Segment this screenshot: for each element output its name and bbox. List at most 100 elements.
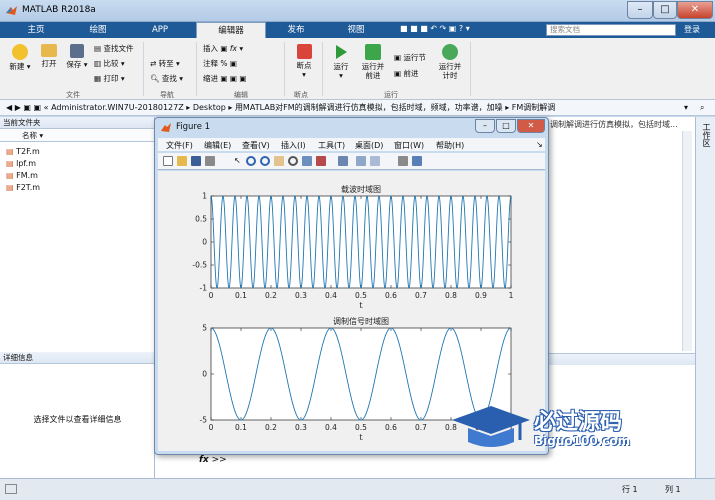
run-advance-label-2: 前进 <box>365 71 381 80</box>
close-button[interactable]: ✕ <box>677 1 713 19</box>
goto-button[interactable]: ⇄ 转至 ▾ <box>150 58 180 69</box>
search-folder-icon[interactable]: ⌕ <box>700 100 704 115</box>
show-plot-tools-icon[interactable] <box>412 156 422 166</box>
search-input[interactable]: 搜索文档 <box>546 24 676 36</box>
find-files-button[interactable]: ▤ 查找文件 <box>94 43 133 54</box>
path-segment[interactable]: 用MATLAB对FM的调制解调进行仿真模拟，包括时域，频域，功率谱，加噪 <box>235 103 503 112</box>
run-and-time-button[interactable]: 运行并 计时 <box>434 44 466 80</box>
details-title: 详细信息 <box>0 352 154 364</box>
insert-legend-icon[interactable] <box>370 156 380 166</box>
tab-home[interactable]: 主页 <box>8 22 64 38</box>
figure-minimize-button[interactable]: – <box>475 119 495 133</box>
login-link[interactable]: 登录 <box>684 24 700 35</box>
y-tick-label: 0 <box>202 370 207 379</box>
hide-plot-tools-icon[interactable] <box>398 156 408 166</box>
data-cursor-icon[interactable] <box>302 156 312 166</box>
file-name: F2T.m <box>16 183 41 192</box>
m-file-icon: ▤ <box>6 183 14 192</box>
new-figure-icon[interactable] <box>163 156 173 166</box>
compare-button[interactable]: ▥ 比较 ▾ <box>94 58 125 69</box>
run-section-button[interactable]: ▣ 运行节 <box>394 52 426 63</box>
path-segment[interactable]: Administrator.WIN7U-20180127Z <box>51 103 184 112</box>
status-bar: 行 1 列 1 <box>0 478 715 500</box>
print-button[interactable]: ▦ 打印 ▾ <box>94 73 125 84</box>
x-tick-label: 0.5 <box>355 423 367 432</box>
y-tick-label: -5 <box>200 416 208 425</box>
editor-scrollbar[interactable] <box>682 131 692 351</box>
row-label: 行 <box>622 485 630 494</box>
path-dropdown-icon[interactable]: ▾ <box>684 100 688 115</box>
open-button[interactable]: 打开 <box>36 44 62 68</box>
brush-icon[interactable] <box>316 156 326 166</box>
workspace-panel-collapsed[interactable]: 工作区 <box>695 117 715 478</box>
print-figure-icon[interactable] <box>205 156 215 166</box>
tab-plots[interactable]: 绘图 <box>68 22 128 38</box>
col-indicator: 列 1 <box>665 484 681 495</box>
breakpoints-button[interactable]: 断点 ▾ <box>290 44 318 79</box>
advance-button[interactable]: ▣ 前进 <box>394 68 418 79</box>
figure-maximize-button[interactable]: □ <box>496 119 516 133</box>
command-prompt[interactable]: fx >> <box>199 455 227 465</box>
maximize-button[interactable]: □ <box>653 1 677 19</box>
tab-apps[interactable]: APP <box>130 22 190 38</box>
tab-view[interactable]: 视图 <box>328 22 384 38</box>
menu-edit[interactable]: 编辑(E) <box>204 140 231 151</box>
insert-colorbar-icon[interactable] <box>356 156 366 166</box>
open-file-icon[interactable] <box>177 156 187 166</box>
run-time-icon <box>442 44 458 60</box>
list-item[interactable]: ▤ F2T.m <box>6 182 40 194</box>
y-tick-label: 5 <box>202 324 207 333</box>
edit-plot-icon[interactable]: ↖ <box>228 156 241 166</box>
pan-icon[interactable] <box>274 156 284 166</box>
y-tick-label: 1 <box>202 192 207 201</box>
x-tick-label: 0.3 <box>295 423 307 432</box>
rotate-icon[interactable] <box>288 156 298 166</box>
list-item[interactable]: ▤ T2F.m <box>6 146 40 158</box>
new-button[interactable]: 新建 ▾ <box>6 44 34 71</box>
figure-close-button[interactable]: ✕ <box>517 119 545 133</box>
insert-button[interactable]: 插入 ▣ fx ▾ <box>203 43 243 54</box>
x-tick-label: 0.2 <box>265 423 277 432</box>
watermark-url: Biguo100.com <box>534 434 631 448</box>
menu-view[interactable]: 查看(V) <box>242 140 270 151</box>
save-button[interactable]: 保存 ▾ <box>64 44 90 69</box>
path-segment[interactable]: FM调制解调 <box>512 103 556 112</box>
menubar-dock-icon[interactable]: ↘ <box>536 140 543 149</box>
indent-button[interactable]: 缩进 ▣ ▣ ▣ <box>203 73 246 84</box>
menu-window[interactable]: 窗口(W) <box>394 140 424 151</box>
menu-desktop[interactable]: 桌面(D) <box>355 140 383 151</box>
menu-file[interactable]: 文件(F) <box>166 140 193 151</box>
print-label: 打印 <box>103 74 119 83</box>
tab-editor[interactable]: 编辑器 <box>196 22 266 38</box>
menu-tools[interactable]: 工具(T) <box>318 140 345 151</box>
back-icon[interactable]: ◀ ▶ <box>6 103 21 112</box>
folder-nav-icons[interactable]: ▣ ▣ <box>23 103 41 112</box>
x-tick-label: 1 <box>509 291 514 300</box>
tab-publish[interactable]: 发布 <box>266 22 326 38</box>
x-tick-label: 0.4 <box>325 291 337 300</box>
col-label: 列 <box>665 485 673 494</box>
find-button[interactable]: 🔍︎ 查找 ▾ <box>150 73 183 84</box>
y-tick-label: 0.5 <box>195 215 207 224</box>
details-panel: 详细信息 选择文件以查看详细信息 <box>0 352 155 478</box>
menu-help[interactable]: 帮助(H) <box>436 140 464 151</box>
minimize-button[interactable]: – <box>627 1 653 19</box>
zoom-in-icon[interactable] <box>246 156 256 166</box>
path-segment[interactable]: Desktop <box>193 103 226 112</box>
run-and-advance-button[interactable]: 运行并 前进 <box>358 44 388 80</box>
list-item[interactable]: ▤ FM.m <box>6 170 40 182</box>
menu-insert[interactable]: 插入(I) <box>281 140 306 151</box>
x-tick-label: 0 <box>209 423 214 432</box>
list-item[interactable]: ▤ lpf.m <box>6 158 40 170</box>
save-figure-icon[interactable] <box>191 156 201 166</box>
zoom-out-icon[interactable] <box>260 156 270 166</box>
link-plot-icon[interactable] <box>338 156 348 166</box>
figure-menubar: 文件(F) 编辑(E) 查看(V) 插入(I) 工具(T) 桌面(D) 窗口(W… <box>158 138 545 151</box>
name-column-header[interactable]: 名称 ▾ <box>0 130 154 142</box>
graduation-cap-icon <box>452 406 530 447</box>
run-button[interactable]: 运行 ▾ <box>328 44 354 80</box>
address-bar[interactable]: ◀ ▶ ▣ ▣ « Administrator.WIN7U-20180127Z … <box>0 100 715 116</box>
status-icon <box>5 484 17 494</box>
workspace-tab[interactable]: 工作区 <box>701 123 711 147</box>
comment-button[interactable]: 注释 % ▣ <box>203 58 237 69</box>
